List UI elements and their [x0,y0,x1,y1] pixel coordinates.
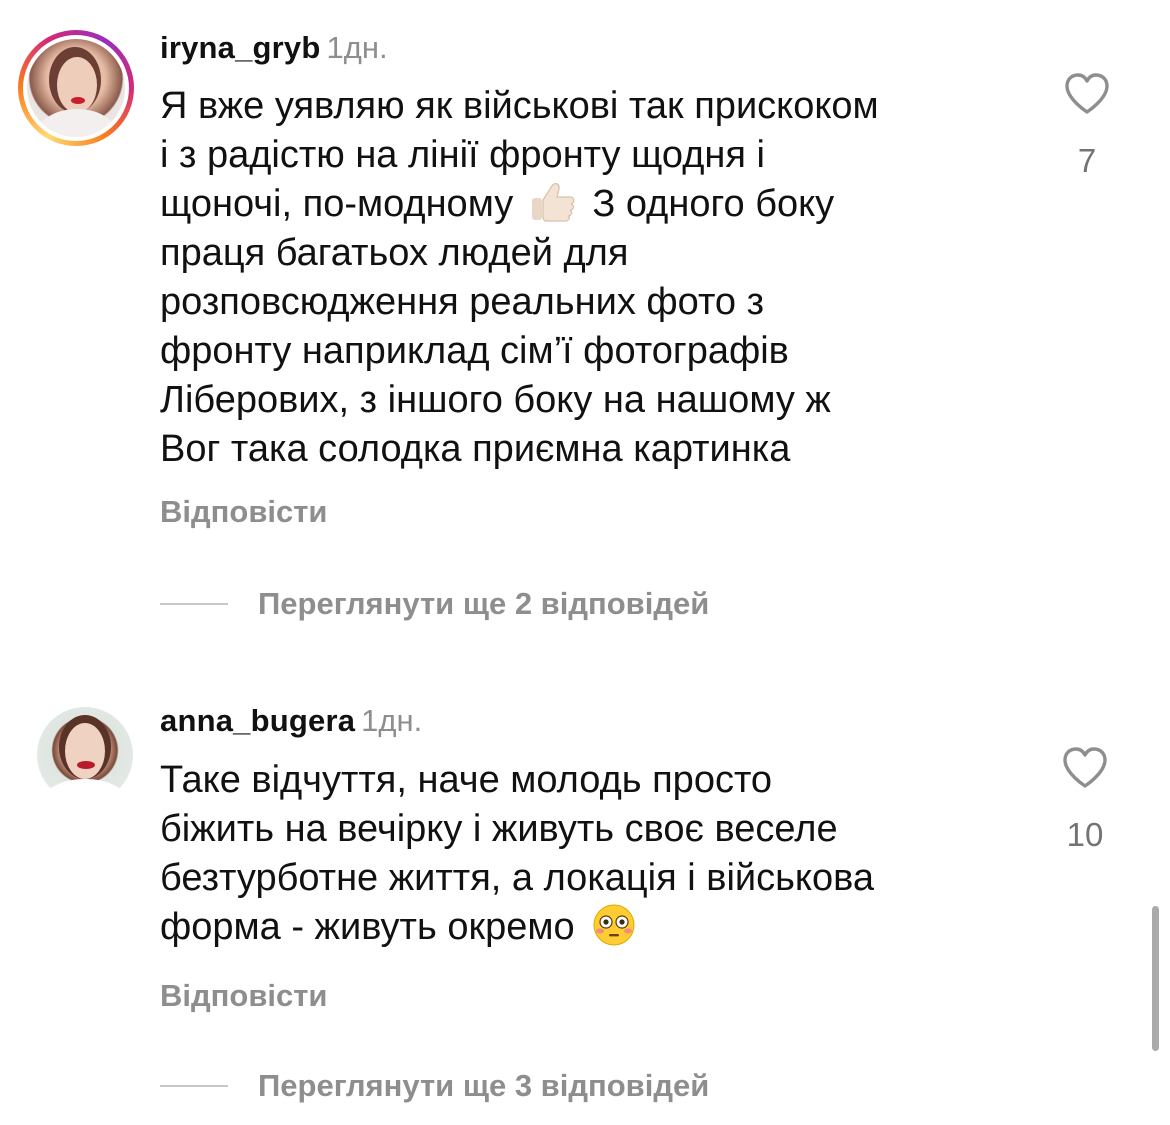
like-count: 10 [1066,816,1104,853]
view-replies-button[interactable]: Переглянути ще 2 відповідей [160,584,709,624]
comment-header: anna_bugera 1дн. [160,703,422,739]
comment-header: iryna_gryb 1дн. [160,30,388,66]
like-count: 7 [1077,142,1097,179]
comment-time: 1дн. [326,30,388,65]
username[interactable]: anna_bugera [160,703,355,738]
avatar-story-ring[interactable] [18,30,134,146]
comment-line: Таке відчуття, наче молодь просто [160,759,773,801]
comment-line: Ліберових, з іншого боку на нашому ж [160,379,831,421]
comment-line: розповсюдження реальних фото з [160,281,765,323]
comment-line: біжить на вечірку і живуть своє веселе [160,808,838,850]
heart-icon[interactable] [1061,746,1109,790]
view-replies-label: Переглянути ще 3 відповідей [258,1068,710,1103]
view-replies-button[interactable]: Переглянути ще 3 відповідей [160,1066,709,1106]
comment-line: праця багатьох людей для [160,232,629,274]
thumbs-up-emoji-icon [531,183,575,222]
avatar [27,39,125,137]
reply-button[interactable]: Відповісти [160,494,328,530]
comment-line: щоночі, по-модному [160,183,514,225]
scrollbar[interactable] [1152,906,1159,1051]
comment-line: Вог така солодка приємна картинка [160,428,791,470]
comment-line: форма - живуть окремо [160,906,575,948]
view-replies-label: Переглянути ще 2 відповідей [258,586,710,621]
comment-line: безтурботне життя, а локація і військова [160,857,874,899]
comment-line: фронту наприклад сім’ї фотографів [160,330,789,372]
comment-text: Таке відчуття, наче молодь просто біжить… [160,756,1040,952]
comment-time: 1дн. [361,703,423,738]
divider-dash [160,1085,228,1087]
avatar[interactable] [37,707,133,803]
heart-icon[interactable] [1063,72,1111,116]
comment-text: Я вже уявляю як військові так прискоком … [160,82,1040,474]
username[interactable]: iryna_gryb [160,30,321,65]
divider-dash [160,603,228,605]
like-control: 7 [1052,72,1122,180]
flushed-face-emoji-icon [593,904,635,946]
comment-line: Я вже уявляю як військові так прискоком [160,85,879,127]
reply-button[interactable]: Відповісти [160,978,328,1014]
comment-line: З одного боку [592,183,835,225]
comment-line-with-emoji: щоночі, по-модному З одного боку [160,180,1040,229]
like-control: 10 [1050,746,1120,854]
comment-line: і з радістю на лінії фронту щодня і [160,134,765,176]
comment-line-with-emoji: форма - живуть окремо [160,903,1040,952]
